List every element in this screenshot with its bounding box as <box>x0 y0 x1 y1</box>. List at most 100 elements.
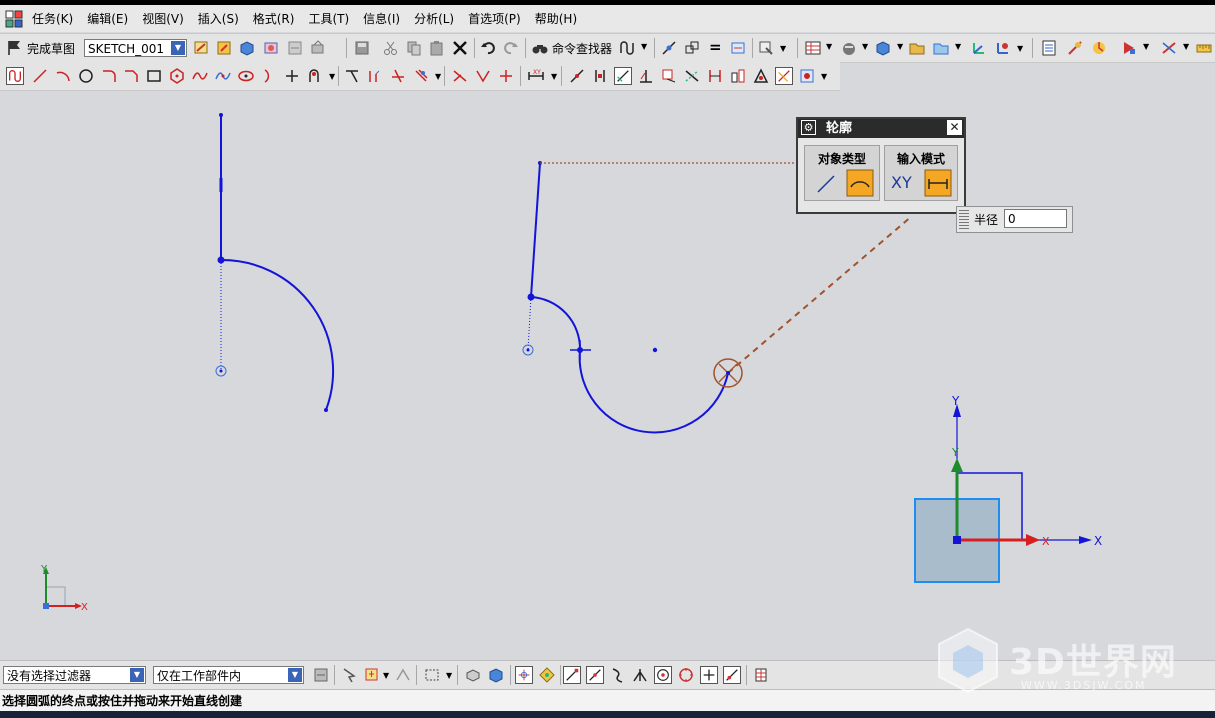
studio-spline-icon[interactable] <box>214 67 232 85</box>
table-icon[interactable] <box>804 39 822 57</box>
chevron-down-icon[interactable]: ▼ <box>551 72 557 81</box>
select-all-icon[interactable] <box>363 666 381 684</box>
snap-point-enable-icon[interactable] <box>515 666 533 684</box>
existing-point-snap-icon[interactable] <box>700 666 718 684</box>
create-inferred-icon[interactable] <box>775 67 793 85</box>
update-model-icon[interactable] <box>309 39 327 57</box>
profile-dialog-titlebar[interactable]: ⚙ 轮廓 ✕ <box>798 119 964 138</box>
orient-view-icon[interactable] <box>238 39 256 57</box>
auto-constraint-icon[interactable] <box>614 67 632 85</box>
inferred-dimension-icon[interactable]: XY <box>527 67 545 85</box>
make-corner-icon[interactable] <box>389 67 407 85</box>
coordinate-mode-button[interactable]: XY <box>891 173 912 192</box>
sketch-tool-icon[interactable] <box>193 39 211 57</box>
measure-icon[interactable] <box>1066 39 1084 57</box>
layer-settings-icon[interactable] <box>932 39 950 57</box>
delay-eval-icon[interactable] <box>286 39 304 57</box>
arc-center-snap-icon[interactable] <box>654 666 672 684</box>
menu-edit[interactable]: 编辑(E) <box>80 10 135 27</box>
info-list-icon[interactable] <box>1040 39 1058 57</box>
sketch-arc[interactable] <box>220 258 335 411</box>
gear-icon[interactable]: ⚙ <box>801 120 816 135</box>
type-filter-select[interactable]: 没有选择过滤器 ▼ <box>3 666 146 684</box>
curve-filter-icon[interactable] <box>618 39 636 57</box>
dimension-icon[interactable] <box>729 39 747 57</box>
polygon-tool-icon[interactable] <box>168 67 186 85</box>
profile-tool-icon[interactable] <box>6 67 24 85</box>
measure-distance-icon[interactable] <box>1160 39 1178 57</box>
selection-arrow-icon[interactable] <box>340 666 358 684</box>
arc-type-icon[interactable] <box>846 169 874 197</box>
quick-trim-icon[interactable] <box>343 67 361 85</box>
render-style-icon[interactable] <box>840 39 858 57</box>
ruler-icon[interactable] <box>1195 39 1213 57</box>
cut-icon[interactable] <box>382 39 400 57</box>
alternate-solution-icon[interactable] <box>706 67 724 85</box>
copy-icon[interactable] <box>405 39 423 57</box>
command-finder-button[interactable]: 命令查找器 <box>552 40 612 57</box>
binoculars-icon[interactable] <box>531 39 549 57</box>
redo-icon[interactable] <box>502 39 520 57</box>
line-tool-icon[interactable] <box>31 67 49 85</box>
animate-dimension-icon[interactable] <box>729 67 747 85</box>
snap-line-icon[interactable] <box>660 39 678 57</box>
menu-insert[interactable]: 插入(S) <box>191 10 246 27</box>
preview-arc[interactable] <box>578 349 729 434</box>
fillet-tool-icon[interactable] <box>100 67 118 85</box>
chevron-down-icon[interactable]: ▼ <box>826 42 832 51</box>
menu-tools[interactable]: 工具(T) <box>301 10 356 27</box>
wcs-icon[interactable] <box>970 39 988 57</box>
layer-folder-icon[interactable] <box>908 39 926 57</box>
body-select-icon[interactable] <box>464 666 482 684</box>
sketch-settings-icon[interactable] <box>757 39 775 57</box>
chevron-down-icon[interactable]: ▼ <box>1143 42 1149 51</box>
chevron-down-icon[interactable]: ▼ <box>821 72 827 81</box>
attach-sketch-icon[interactable] <box>215 39 233 57</box>
close-icon[interactable]: ✕ <box>947 120 962 135</box>
spline-tool-icon[interactable] <box>191 67 209 85</box>
sketch-arc[interactable] <box>530 296 582 351</box>
geometric-constraint-icon[interactable] <box>568 67 586 85</box>
chevron-down-icon[interactable]: ▼ <box>446 671 452 680</box>
chevron-down-icon[interactable]: ▼ <box>862 42 868 51</box>
menu-preferences[interactable]: 首选项(P) <box>461 10 528 27</box>
rectangle-select-icon[interactable] <box>423 666 441 684</box>
arc-tool-icon[interactable] <box>54 67 72 85</box>
chevron-down-icon[interactable]: ▼ <box>1017 44 1023 53</box>
paste-icon[interactable] <box>428 39 446 57</box>
quadrant-snap-icon[interactable] <box>677 666 695 684</box>
rectangle-tool-icon[interactable] <box>145 67 163 85</box>
chevron-down-icon[interactable]: ▼ <box>1183 42 1189 51</box>
circle-tool-icon[interactable] <box>77 67 95 85</box>
menu-format[interactable]: 格式(R) <box>246 10 302 27</box>
undo-icon[interactable] <box>479 39 497 57</box>
datum-csys[interactable] <box>914 404 1092 583</box>
reattach-icon[interactable] <box>262 39 280 57</box>
equal-icon[interactable]: = <box>709 38 722 56</box>
offset-icon[interactable] <box>412 67 430 85</box>
delete-icon[interactable] <box>451 39 469 57</box>
chevron-down-icon[interactable]: ▼ <box>955 42 961 51</box>
chamfer-tool-icon[interactable] <box>122 67 140 85</box>
snap-pixel-icon[interactable] <box>538 666 556 684</box>
offset-curve-icon[interactable] <box>306 67 324 85</box>
point-tool-icon[interactable] <box>283 67 301 85</box>
selection-scope-select[interactable]: 仅在工作部件内 ▼ <box>153 666 304 684</box>
sketch-name-select[interactable]: SKETCH_001 ▼ <box>84 39 187 57</box>
line-type-icon[interactable] <box>813 171 839 197</box>
endpoint-snap-icon[interactable] <box>563 666 581 684</box>
infer-constraints-icon[interactable] <box>752 67 770 85</box>
chevron-down-icon[interactable]: ▼ <box>780 44 786 53</box>
curve-rules-icon[interactable] <box>394 666 412 684</box>
app-menu-icon[interactable] <box>5 10 23 28</box>
chevron-down-icon[interactable]: ▼ <box>641 42 647 51</box>
menu-help[interactable]: 帮助(H) <box>528 10 584 27</box>
menu-view[interactable]: 视图(V) <box>135 10 191 27</box>
finish-sketch-button[interactable]: 完成草图 <box>27 40 75 57</box>
show-constraints-icon[interactable] <box>637 67 655 85</box>
point-on-curve-snap-icon[interactable] <box>723 666 741 684</box>
save-icon[interactable] <box>353 39 371 57</box>
intersection-snap-icon[interactable] <box>631 666 649 684</box>
parameter-mode-icon[interactable] <box>924 169 952 197</box>
menu-analysis[interactable]: 分析(L) <box>407 10 461 27</box>
